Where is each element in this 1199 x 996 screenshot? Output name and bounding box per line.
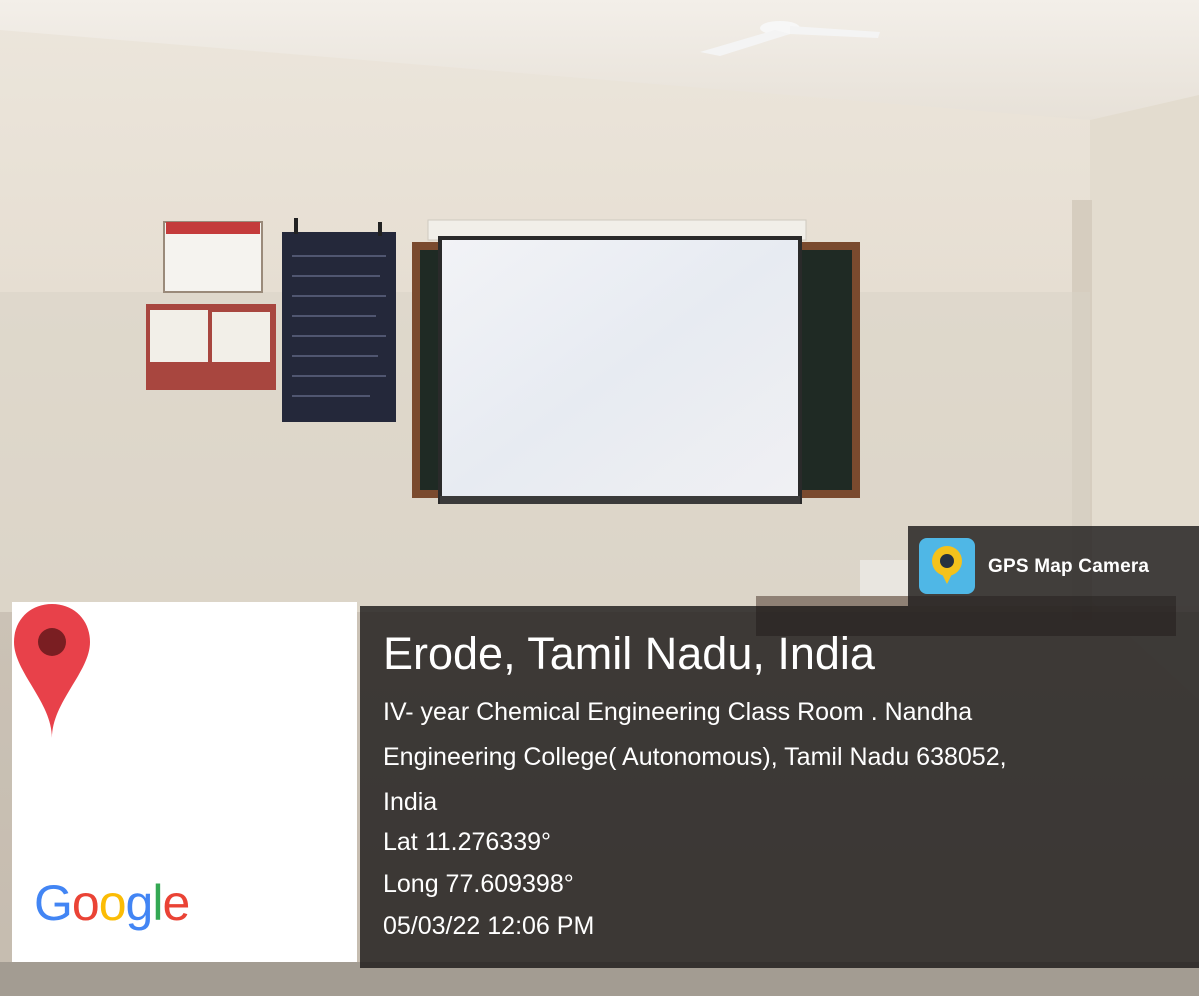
latitude: Lat 11.276339° [383,828,552,856]
address-line-2: Engineering College( Autonomous), Tamil … [383,743,1007,771]
google-letter: G [34,875,73,931]
gps-map-camera-label: GPS Map Camera [988,556,1150,577]
projector-screen [438,236,802,504]
google-letter: g [125,875,154,931]
timestamp: 05/03/22 12:06 PM [383,912,595,940]
google-letter: l [152,875,163,931]
google-letter: o [98,875,127,931]
location-title: Erode, Tamil Nadu, India [383,628,875,679]
google-letter: e [162,875,190,931]
longitude: Long 77.609398° [383,870,574,898]
classroom-photo: GPS Map Camera Google Erode, Tamil Nadu,… [0,0,1199,996]
address-line-3: India [383,788,438,816]
google-logo: Google [34,874,190,932]
gps-map-camera-icon [919,538,975,594]
map-thumbnail: Google [12,602,357,962]
projector-device [860,560,910,596]
map-pin-icon [14,604,90,738]
dark-notice-board [282,232,396,422]
google-letter: o [71,875,100,931]
address-line-1: IV- year Chemical Engineering Class Room… [383,698,973,726]
